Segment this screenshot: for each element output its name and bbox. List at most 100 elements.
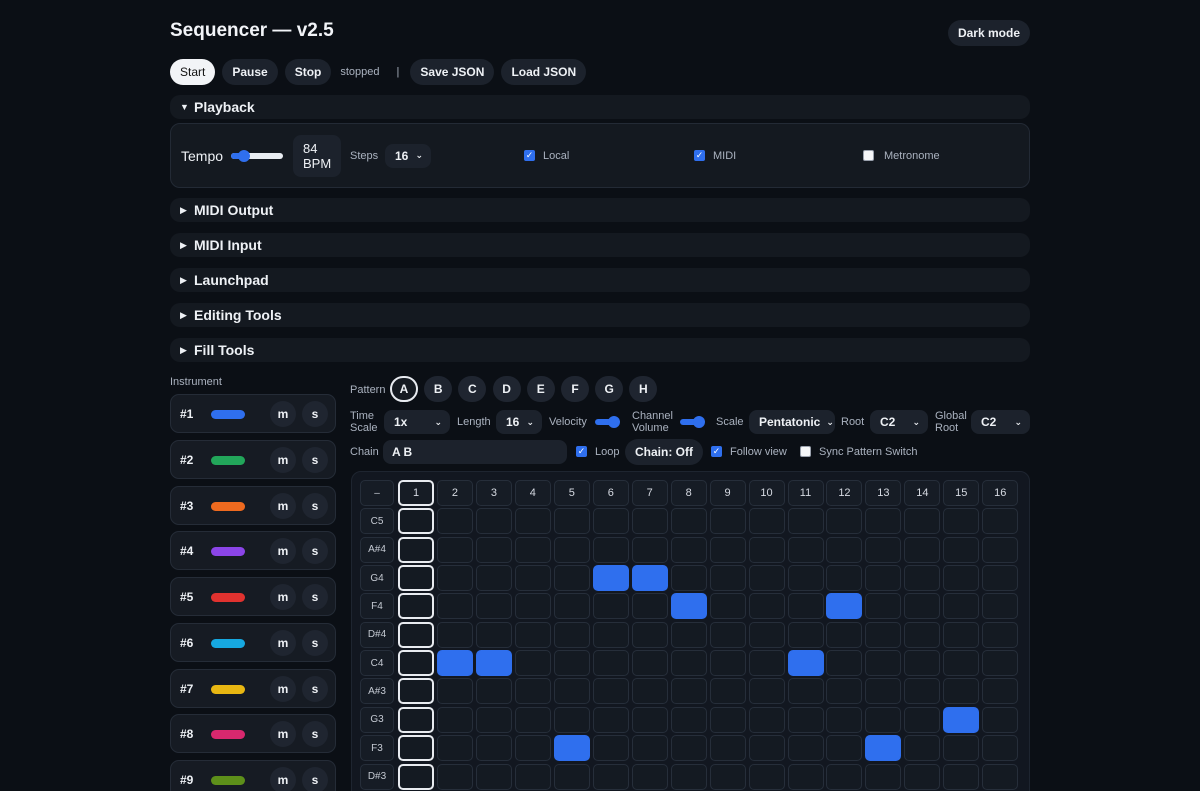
step-cell[interactable] — [631, 565, 668, 592]
step-cell[interactable] — [982, 621, 1019, 648]
instrument-row[interactable]: #7 m s — [170, 668, 336, 708]
step-cell[interactable] — [670, 735, 707, 762]
metronome-checkbox[interactable] — [863, 150, 874, 161]
pause-button[interactable]: Pause — [222, 59, 278, 85]
instrument-row[interactable]: #2 m s — [170, 439, 336, 479]
solo-button[interactable]: s — [302, 401, 328, 427]
step-cell[interactable] — [982, 508, 1019, 535]
step-cell[interactable] — [631, 763, 668, 790]
velocity-slider-knob[interactable] — [607, 416, 620, 428]
step-cell[interactable] — [865, 678, 902, 705]
steps-select[interactable]: 16 ⌄ — [385, 143, 431, 168]
dark-mode-button[interactable]: Dark mode — [947, 20, 1030, 46]
step-cell[interactable] — [943, 508, 980, 535]
step-cell[interactable] — [709, 678, 746, 705]
section-editing-tools-header[interactable]: ▶ Editing Tools — [170, 303, 1030, 327]
mute-button[interactable]: m — [270, 492, 296, 519]
step-cell[interactable] — [787, 706, 824, 733]
step-cell[interactable] — [748, 706, 785, 733]
step-cell[interactable] — [670, 763, 707, 790]
step-cell[interactable] — [592, 536, 629, 563]
step-cell[interactable] — [943, 621, 980, 648]
start-button[interactable]: Start — [170, 59, 216, 85]
scale-select[interactable]: Pentatonic ⌄ — [749, 410, 835, 434]
step-cell[interactable] — [826, 735, 863, 762]
step-header-7[interactable]: 7 — [631, 480, 668, 506]
section-midi-input-header[interactable]: ▶ MIDI Input — [170, 233, 1030, 257]
step-cell[interactable] — [865, 706, 902, 733]
step-header-13[interactable]: 13 — [865, 480, 902, 506]
step-cell[interactable] — [865, 650, 902, 677]
step-header-10[interactable]: 10 — [748, 480, 785, 506]
step-cell[interactable] — [748, 650, 785, 677]
step-cell[interactable] — [748, 621, 785, 648]
step-cell[interactable] — [826, 678, 863, 705]
step-cell[interactable] — [475, 650, 512, 677]
mute-button[interactable]: m — [270, 675, 296, 702]
step-cell[interactable] — [553, 735, 590, 762]
instrument-row[interactable]: #5 m s — [170, 577, 336, 616]
chain-toggle-button[interactable]: Chain: Off — [625, 439, 703, 465]
step-cell[interactable] — [592, 678, 629, 705]
step-cell[interactable] — [631, 678, 668, 705]
step-cell[interactable] — [398, 706, 434, 733]
step-cell[interactable] — [514, 621, 551, 648]
step-cell[interactable] — [475, 508, 512, 535]
section-launchpad-header[interactable]: ▶ Launchpad — [170, 268, 1030, 292]
step-cell[interactable] — [670, 536, 707, 563]
step-cell[interactable] — [592, 735, 629, 762]
step-cell[interactable] — [982, 536, 1019, 563]
solo-button[interactable]: s — [302, 538, 328, 565]
step-cell[interactable] — [904, 593, 941, 620]
pattern-button-h[interactable]: H — [629, 376, 658, 402]
step-cell[interactable] — [787, 508, 824, 535]
step-cell[interactable] — [592, 621, 629, 648]
pattern-button-a[interactable]: A — [390, 376, 418, 402]
step-cell[interactable] — [826, 536, 863, 563]
step-header-15[interactable]: 15 — [943, 480, 980, 506]
step-cell[interactable] — [631, 650, 668, 677]
step-cell[interactable] — [436, 593, 473, 620]
step-cell[interactable] — [436, 735, 473, 762]
step-cell[interactable] — [787, 735, 824, 762]
step-cell[interactable] — [943, 650, 980, 677]
step-cell[interactable] — [904, 565, 941, 592]
step-cell[interactable] — [982, 565, 1019, 592]
step-cell[interactable] — [553, 763, 590, 790]
step-cell[interactable] — [904, 706, 941, 733]
step-cell[interactable] — [787, 763, 824, 790]
instrument-row[interactable]: #3 m s — [170, 485, 336, 525]
step-cell[interactable] — [514, 593, 551, 620]
stop-button[interactable]: Stop — [284, 59, 332, 85]
mute-button[interactable]: m — [270, 446, 296, 473]
step-header-4[interactable]: 4 — [514, 480, 551, 506]
step-cell[interactable] — [475, 593, 512, 620]
step-cell[interactable] — [709, 763, 746, 790]
pattern-button-f[interactable]: F — [561, 376, 589, 402]
step-header-16[interactable]: 16 — [982, 480, 1019, 506]
instrument-row[interactable]: #9 m s — [170, 760, 336, 791]
step-cell[interactable] — [475, 735, 512, 762]
step-cell[interactable] — [787, 593, 824, 620]
step-cell[interactable] — [748, 508, 785, 535]
step-cell[interactable] — [982, 706, 1019, 733]
step-cell[interactable] — [670, 593, 707, 620]
step-header-1[interactable]: 1 — [398, 480, 434, 506]
step-cell[interactable] — [514, 650, 551, 677]
step-cell[interactable] — [787, 536, 824, 563]
step-cell[interactable] — [553, 650, 590, 677]
step-cell[interactable] — [982, 735, 1019, 762]
step-cell[interactable] — [631, 621, 668, 648]
step-cell[interactable] — [553, 536, 590, 563]
step-cell[interactable] — [592, 508, 629, 535]
step-cell[interactable] — [865, 508, 902, 535]
solo-button[interactable]: s — [302, 584, 328, 610]
step-cell[interactable] — [709, 706, 746, 733]
solo-button[interactable]: s — [302, 446, 328, 473]
step-cell[interactable] — [709, 536, 746, 563]
step-cell[interactable] — [748, 735, 785, 762]
step-cell[interactable] — [398, 650, 434, 677]
step-header-2[interactable]: 2 — [436, 480, 473, 506]
step-cell[interactable] — [553, 565, 590, 592]
step-cell[interactable] — [748, 678, 785, 705]
